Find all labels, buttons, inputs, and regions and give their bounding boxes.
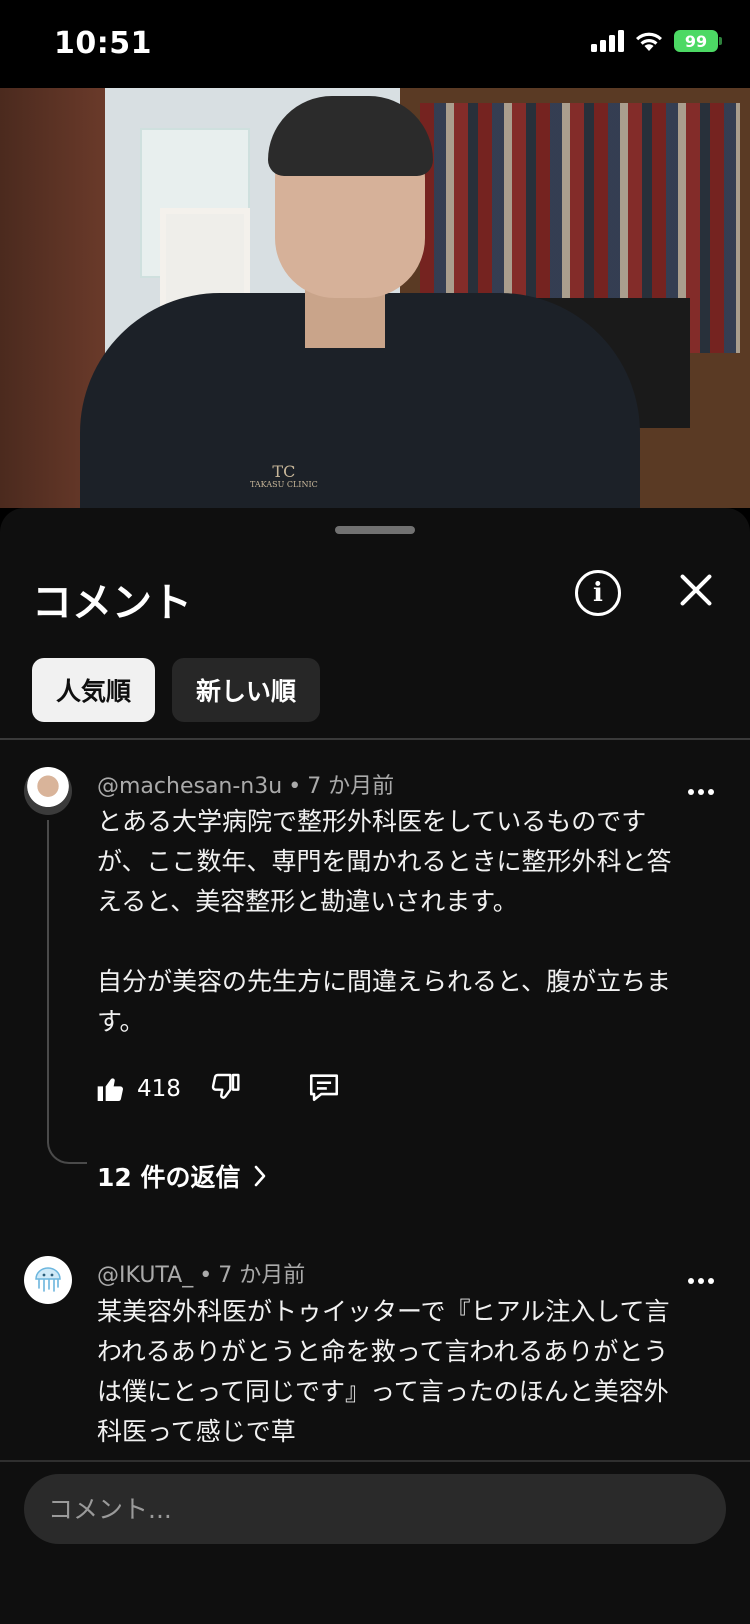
dislike-button[interactable] (209, 1071, 241, 1107)
more-options-icon[interactable] (688, 1278, 714, 1284)
comment-text: とある大学病院で整形外科医をしているものですが、ここ数年、専門を聞かれるときに整… (97, 807, 672, 1036)
comment-input[interactable] (24, 1474, 726, 1544)
comment-time: 7 か月前 (307, 774, 395, 799)
comment-meta: @IKUTA_ • 7 か月前 (97, 1263, 306, 1288)
thread-line (47, 820, 87, 1164)
jellyfish-icon (35, 1267, 61, 1292)
close-icon[interactable] (678, 572, 714, 608)
thumbs-up-icon (97, 1078, 124, 1101)
comment-time: 7 か月前 (218, 1263, 306, 1288)
like-count: 418 (137, 1076, 181, 1102)
sort-chip-top[interactable]: 人気順 (32, 658, 156, 722)
video-player[interactable]: TC TAKASU CLINIC (0, 88, 750, 508)
avatar[interactable] (24, 1256, 72, 1304)
view-replies-link[interactable]: 12 件の返信 (97, 1158, 267, 1194)
status-bar: 10:51 99 (0, 0, 750, 88)
comment-actions: 418 (95, 1070, 341, 1108)
comments-sheet: コメント i 人気順 新しい順 @machesan-n3u • 7 か月前 とある大… (0, 508, 750, 1624)
sort-chip-newest[interactable]: 新しい順 (172, 658, 321, 722)
reply-button[interactable] (307, 1070, 341, 1108)
status-indicators: 99 (591, 30, 722, 52)
input-divider (0, 1460, 750, 1462)
battery-icon: 99 (674, 30, 722, 52)
chevron-right-icon (254, 1165, 265, 1187)
like-button[interactable]: 418 (95, 1073, 181, 1105)
sort-chips: 人気順 新しい順 (32, 658, 321, 722)
wifi-icon (634, 30, 664, 52)
scrubs-logo: TC TAKASU CLINIC (250, 463, 318, 489)
replies-label: 12 件の返信 (97, 1163, 241, 1192)
battery-level: 99 (684, 31, 708, 51)
sheet-title: コメント (32, 580, 192, 626)
reply-comment-icon (309, 1074, 338, 1102)
cellular-signal-icon (591, 30, 624, 52)
comment-author[interactable]: @IKUTA_ (97, 1263, 193, 1288)
more-options-icon[interactable] (688, 789, 714, 795)
info-icon[interactable]: i (575, 570, 621, 616)
sheet-drag-handle[interactable] (335, 526, 415, 534)
scrubs-logo-subtext: TAKASU CLINIC (250, 479, 318, 489)
comment-author[interactable]: @machesan-n3u (97, 774, 282, 799)
scrubs-logo-text: TC (272, 462, 296, 481)
comment-meta: @machesan-n3u • 7 か月前 (97, 774, 395, 799)
thumbs-down-icon (211, 1073, 240, 1099)
comment-text: 某美容外科医がトゥイッターで『ヒアル注入して言われるありがとうと命を救って言われ… (97, 1297, 670, 1446)
status-time: 10:51 (54, 26, 152, 61)
divider (0, 738, 750, 740)
avatar[interactable] (24, 767, 72, 815)
